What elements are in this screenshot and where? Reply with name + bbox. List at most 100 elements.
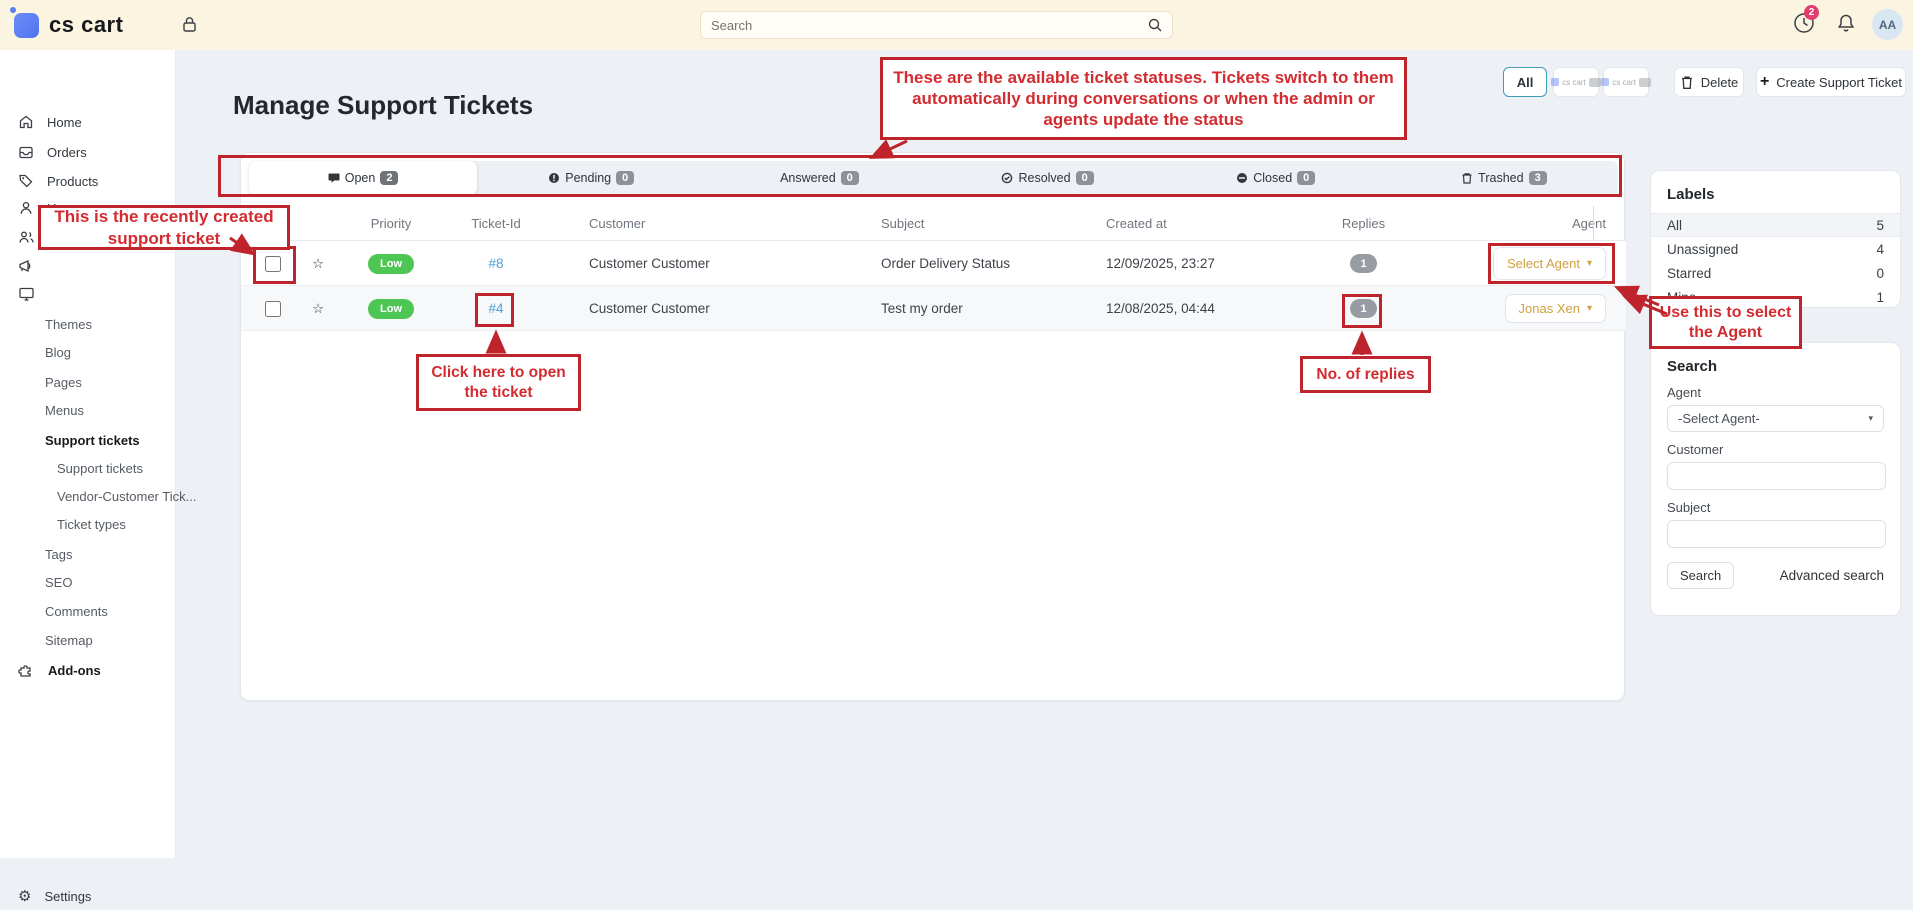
tab-resolved[interactable]: Resolved 0 [934,161,1162,195]
table-divider [1593,206,1594,241]
sidebar-item-comments[interactable]: Comments [0,597,176,625]
label-filter-unassigned[interactable]: Unassigned 4 [1651,237,1900,261]
trash-icon [1680,75,1694,90]
sidebar-item-marketing[interactable] [0,252,176,280]
sidebar-item-settings[interactable]: ⚙ Settings [0,882,176,910]
column-header-priority[interactable]: Priority [351,206,431,241]
table-header: Priority Ticket-Id Customer Subject Crea… [241,206,1626,241]
tab-count-badge: 0 [1076,171,1094,185]
tab-label: Open [345,171,376,185]
sidebar-item-products[interactable]: Products [0,167,176,195]
search-icon[interactable] [1147,17,1163,33]
sidebar-item-label: Support tickets [57,461,143,476]
sidebar-item-pages[interactable]: Pages [0,368,176,396]
column-header-created-at[interactable]: Created at [1106,206,1316,241]
row-checkbox[interactable] [265,301,281,317]
labels-panel: Labels All 5 Unassigned 4 Starred 0 Mine… [1650,170,1901,308]
row-checkbox[interactable] [265,256,281,272]
search-panel-title: Search [1651,343,1900,385]
assigned-agent-dropdown[interactable]: Jonas Xen ▾ [1505,294,1606,323]
sidebar-item-label: Support tickets [45,433,140,448]
table-row: ☆ Low #4 Customer Customer Test my order… [241,286,1626,331]
annotation-recent-ticket: This is the recently created support tic… [38,205,290,250]
logo-icon [14,13,39,38]
sidebar: Home Orders Products Users Vendors Theme… [0,50,176,858]
sidebar-section-support-tickets[interactable]: Support tickets [0,426,176,454]
open-tab-icon [328,172,340,184]
all-button-label: All [1517,75,1534,90]
sidebar-item-orders[interactable]: Orders [0,138,176,166]
pending-tab-icon [548,172,560,184]
column-header-agent[interactable]: Agent [1406,206,1606,241]
search-button[interactable]: Search [1667,562,1734,589]
agent-select[interactable]: -Select Agent- ▾ [1667,405,1884,432]
sidebar-item-blog[interactable]: Blog [0,338,176,366]
label-count: 4 [1876,242,1884,257]
storefront-filter-all-button[interactable]: All [1503,67,1547,97]
create-support-ticket-button[interactable]: + Create Support Ticket [1756,67,1906,97]
trashed-tab-icon [1461,172,1473,184]
tab-trashed[interactable]: Trashed 3 [1390,161,1618,195]
label-filter-all[interactable]: All 5 [1651,213,1900,237]
label-count: 0 [1876,266,1884,281]
lock-icon [182,16,197,33]
sidebar-item-menus[interactable]: Menus [0,396,176,424]
customer-cell: Customer Customer [589,241,829,286]
advanced-search-link[interactable]: Advanced search [1780,568,1884,583]
sidebar-item-seo[interactable]: SEO [0,568,176,596]
sidebar-item-ticket-types[interactable]: Ticket types [0,510,176,538]
column-header-ticket-id[interactable]: Ticket-Id [456,206,536,241]
priority-badge: Low [368,254,414,274]
subject-cell: Test my order [881,286,1111,331]
replies-badge: 1 [1350,254,1377,273]
bell-icon[interactable] [1836,13,1856,34]
user-avatar[interactable]: AA [1872,9,1903,40]
sidebar-item-home[interactable]: Home [0,108,176,136]
sidebar-item-label: Ticket types [57,517,126,532]
sidebar-item-vendor-customer-tickets[interactable]: Vendor-Customer Tick... [0,482,176,510]
created-at-cell: 12/09/2025, 23:27 [1106,241,1316,286]
sidebar-item-themes[interactable]: Themes [0,310,176,338]
sidebar-item-label: SEO [45,575,72,590]
sidebar-item-label: Settings [44,889,91,904]
label-filter-starred[interactable]: Starred 0 [1651,261,1900,285]
sidebar-item-support-tickets[interactable]: Support tickets [0,454,176,482]
column-header-subject[interactable]: Subject [881,206,1111,241]
sidebar-item-tags[interactable]: Tags [0,540,176,568]
subject-field[interactable] [1667,520,1886,548]
cscart-logo[interactable]: cs cart [14,12,123,38]
sidebar-item-label: Comments [45,604,108,619]
notifications-center-icon[interactable]: 2 [1792,11,1816,35]
tab-answered[interactable]: Answered 0 [705,161,933,195]
tab-label: Answered [780,171,836,185]
tab-count-badge: 0 [616,171,634,185]
annotation-select-agent: Use this to select the Agent [1649,296,1802,349]
storefront-button-2[interactable]: cs cart [1603,67,1649,97]
home-icon [18,114,34,130]
label-count: 1 [1876,290,1884,305]
storefront-button-1[interactable]: cs cart [1553,67,1599,97]
user-icon [18,200,34,216]
ticket-id-link[interactable]: #4 [488,301,503,316]
select-agent-dropdown[interactable]: Select Agent ▾ [1493,247,1606,280]
column-header-replies[interactable]: Replies [1336,206,1391,241]
ticket-id-link[interactable]: #8 [488,256,503,271]
delete-button-label: Delete [1701,75,1739,90]
star-icon[interactable]: ☆ [305,241,331,286]
products-tag-icon [18,173,34,189]
megaphone-icon [18,258,35,274]
sidebar-item-addons[interactable]: Add-ons [0,656,176,684]
sidebar-item-design[interactable] [0,280,176,308]
search-input[interactable] [701,18,1147,33]
tab-label: Resolved [1018,171,1070,185]
column-header-customer[interactable]: Customer [589,206,829,241]
sidebar-item-sitemap[interactable]: Sitemap [0,626,176,654]
customer-field[interactable] [1667,462,1886,490]
global-search [700,11,1173,39]
tab-open[interactable]: Open 2 [249,161,477,195]
star-icon[interactable]: ☆ [305,286,331,331]
tab-closed[interactable]: Closed 0 [1162,161,1390,195]
delete-button[interactable]: Delete [1674,67,1744,97]
created-at-cell: 12/08/2025, 04:44 [1106,286,1316,331]
tab-pending[interactable]: Pending 0 [477,161,705,195]
